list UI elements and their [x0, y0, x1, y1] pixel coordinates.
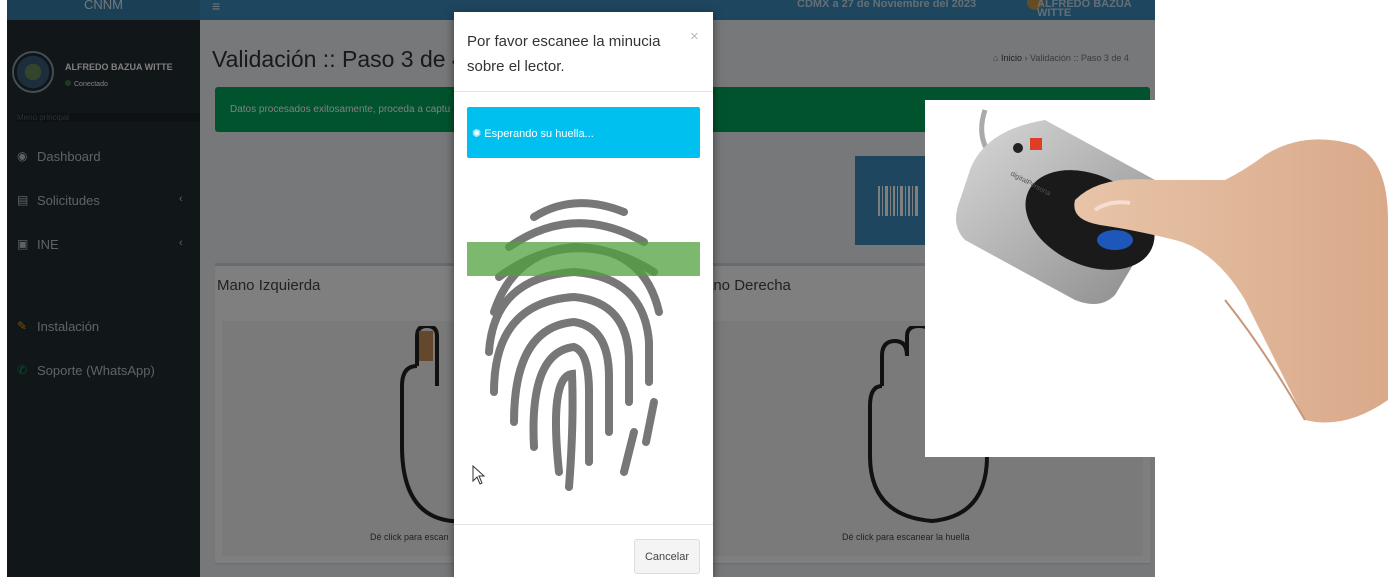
- close-icon[interactable]: ×: [690, 28, 699, 45]
- modal-divider: [454, 91, 713, 92]
- scan-progress-bar: [467, 242, 700, 276]
- spinner-icon: ✺: [472, 128, 485, 140]
- fingerprint-icon: [485, 199, 663, 491]
- waiting-text: Esperando su huella...: [484, 128, 594, 140]
- cancel-button[interactable]: Cancelar: [634, 539, 700, 574]
- mouse-cursor-icon: [472, 465, 486, 485]
- waiting-alert: ✺ Esperando su huella...: [467, 107, 700, 158]
- modal-footer-divider: [454, 524, 713, 525]
- fingerprint-reader-image: digitalPersona: [956, 109, 1388, 423]
- fingerprint-reader-photo: digitalPersona: [925, 100, 1388, 457]
- modal-title: Por favor escanee la minucia sobre el le…: [467, 33, 661, 75]
- fingerprint-modal: Por favor escanee la minucia sobre el le…: [454, 12, 713, 577]
